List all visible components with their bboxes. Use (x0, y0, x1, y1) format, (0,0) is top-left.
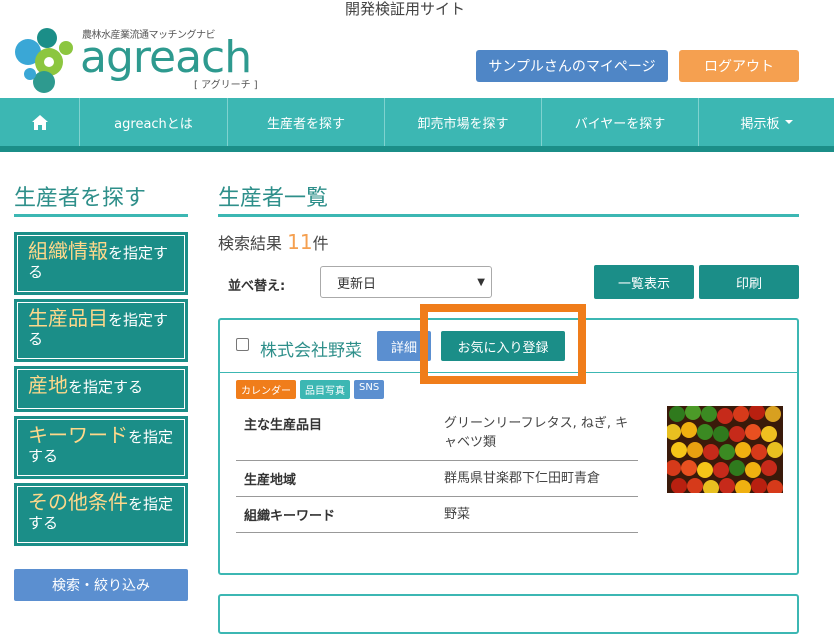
filter-other-big: その他条件 (28, 490, 128, 514)
nav-find-producers[interactable]: 生産者を探す (228, 98, 385, 146)
info-key: 組織キーワード (244, 509, 336, 524)
info-value: 群馬県甘楽郡下仁田町青倉 (444, 471, 601, 486)
info-key: 生産地域 (244, 473, 297, 488)
badge-product-photo: 品目写真 (300, 380, 350, 399)
select-checkbox[interactable] (236, 338, 249, 351)
caret-down-icon (784, 120, 793, 124)
filter-keyword-big: キーワード (28, 423, 128, 447)
logo-mark-icon (15, 28, 73, 93)
company-name-link[interactable]: 株式会社野菜 (260, 336, 362, 361)
nav-board-dropdown[interactable]: 掲示板 (699, 98, 834, 146)
page-title: 生産者一覧 (218, 186, 329, 211)
print-button[interactable]: 印刷 (699, 265, 799, 299)
highlight-box (420, 304, 586, 384)
sidebar-title: 生産者を探す (14, 186, 147, 211)
sidebar-divider (14, 214, 188, 217)
info-key: 主な生産品目 (244, 418, 323, 433)
filter-products-button[interactable]: 生産品目を指定する (14, 299, 188, 362)
producer-card-next (218, 594, 799, 634)
result-suffix: 件 (312, 234, 329, 253)
site-label: 開発検証用サイト (344, 0, 465, 18)
info-row: 組織キーワード 野菜 (236, 497, 638, 533)
filter-region-rest: を指定する (68, 378, 144, 396)
mypage-button[interactable]: サンプルさんのマイページ (476, 50, 668, 82)
result-count: 11 (287, 230, 313, 254)
producer-info-table: 主な生産品目 グリーンリーフレタス, ねぎ, キャベツ類 生産地域 群馬県甘楽郡… (236, 406, 638, 533)
nav-about[interactable]: agreachとは (80, 98, 228, 146)
home-icon (31, 114, 48, 130)
nav-board-label: 掲示板 (740, 116, 780, 132)
sort-value: 更新日 (337, 276, 377, 292)
filter-region-big: 産地 (28, 373, 68, 397)
logo-subtitle: [ アグリーチ ] (194, 80, 258, 91)
dropdown-arrow-icon: ▼ (477, 277, 485, 288)
logout-button[interactable]: ログアウト (679, 50, 799, 82)
nav-home[interactable] (0, 98, 80, 146)
info-value: グリーンリーフレタス, ねぎ, キャベツ類 (444, 416, 629, 450)
main-divider (218, 214, 799, 217)
info-row: 生産地域 群馬県甘楽郡下仁田町青倉 (236, 461, 638, 497)
filter-organization-big: 組織情報 (28, 239, 108, 263)
sort-label: 並べ替え: (228, 279, 286, 294)
search-filter-button[interactable]: 検索・絞り込み (14, 569, 188, 601)
nav-find-markets[interactable]: 卸売市場を探す (385, 98, 542, 146)
sort-select[interactable]: 更新日 ▼ (320, 266, 492, 298)
produce-photo (667, 406, 783, 493)
filter-keyword-button[interactable]: キーワードを指定する (14, 416, 188, 479)
filter-products-big: 生産品目 (28, 306, 108, 330)
result-prefix: 検索結果 (218, 234, 283, 253)
agreach-logo[interactable]: 農林水産業流通マッチングナビ agreach [ アグリーチ ] (14, 26, 264, 98)
nav-find-buyers[interactable]: バイヤーを探す (542, 98, 699, 146)
badge-sns: SNS (354, 380, 385, 399)
filter-other-button[interactable]: その他条件を指定する (14, 483, 188, 546)
list-view-button[interactable]: 一覧表示 (594, 265, 694, 299)
filter-organization-button[interactable]: 組織情報を指定する (14, 232, 188, 295)
filter-region-button[interactable]: 産地を指定する (14, 366, 188, 412)
result-summary: 検索結果 11件 (218, 230, 329, 254)
badge-group: カレンダー 品目写真 SNS (236, 380, 385, 399)
info-value: 野菜 (444, 507, 471, 522)
info-row: 主な生産品目 グリーンリーフレタス, ねぎ, キャベツ類 (236, 406, 638, 461)
badge-calendar: カレンダー (236, 380, 296, 399)
main-navbar: agreachとは 生産者を探す 卸売市場を探す バイヤーを探す 掲示板 (0, 98, 834, 152)
